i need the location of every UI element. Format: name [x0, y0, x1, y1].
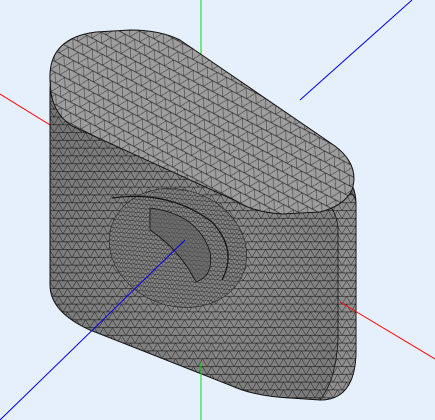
- scene-canvas[interactable]: [0, 0, 435, 420]
- 3d-viewport[interactable]: [0, 0, 435, 420]
